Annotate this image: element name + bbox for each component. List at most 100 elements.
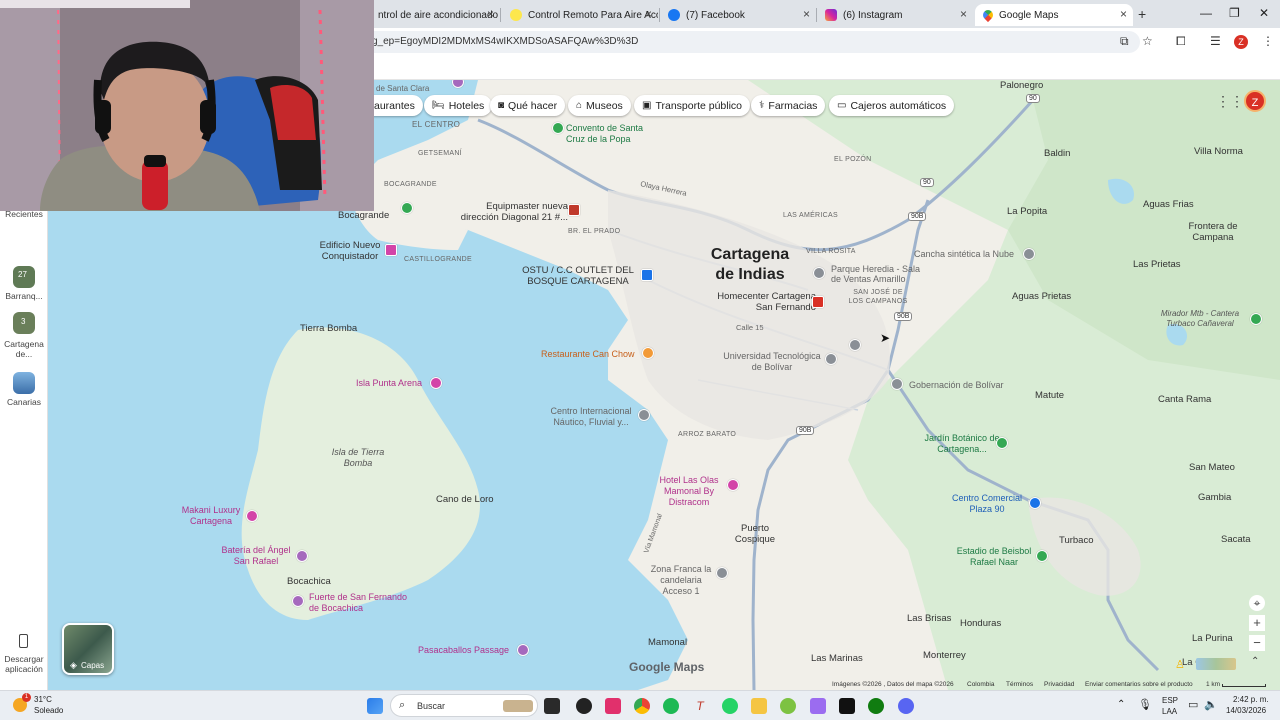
- poi-ostu-pin[interactable]: [641, 269, 653, 281]
- poi-convento-pin[interactable]: [552, 122, 564, 134]
- poi-bateria-pin[interactable]: [296, 550, 308, 562]
- xbox-app-icon[interactable]: [780, 698, 796, 714]
- chip-farmacias[interactable]: ⚕ Farmacias: [751, 95, 826, 116]
- poi-gobernacion-pin[interactable]: [891, 378, 903, 390]
- tab-aire-acondicionado[interactable]: ntrol de aire acondicionado ×: [370, 4, 500, 26]
- phone-icon[interactable]: [19, 634, 28, 648]
- poi-zona-franca[interactable]: Zona Franca la candelaria Acceso 1: [646, 564, 716, 597]
- restore-icon[interactable]: ❐: [1229, 6, 1240, 20]
- poi-equipmaster-pin[interactable]: [568, 204, 580, 216]
- download-app[interactable]: Descargar aplicación: [1, 654, 47, 674]
- minimize-icon[interactable]: —: [1200, 6, 1212, 20]
- close-icon[interactable]: ×: [487, 7, 494, 21]
- recent-barranquilla[interactable]: Barranq...: [1, 291, 47, 301]
- language-bottom[interactable]: LAA: [1162, 707, 1177, 716]
- file-explorer-icon[interactable]: [751, 698, 767, 714]
- poi-restaurante[interactable]: Restaurante Can Chow: [541, 349, 635, 359]
- recent-barranquilla-thumb[interactable]: 27: [13, 266, 35, 288]
- close-icon[interactable]: ×: [1120, 7, 1127, 21]
- recent-cartagena-thumb[interactable]: 3: [13, 312, 35, 334]
- poi-pasacaballos[interactable]: Pasacaballos Passage: [418, 645, 509, 655]
- poi-bocagrande-pin[interactable]: [401, 202, 413, 214]
- account-avatar[interactable]: Z: [1244, 90, 1266, 112]
- expand-icon[interactable]: ⌃: [1251, 656, 1259, 667]
- tab-facebook[interactable]: (7) Facebook ×: [660, 4, 816, 26]
- poi-makani[interactable]: Makani Luxury Cartagena: [176, 505, 246, 527]
- poi-parque-heredia[interactable]: Parque Heredia - Sala de Ventas Amarillo: [831, 264, 923, 284]
- poi-centro-comercial-pin[interactable]: [1029, 497, 1041, 509]
- poi-convento[interactable]: Convento de Santa Cruz de la Popa: [566, 123, 656, 145]
- poi-estadio-pin[interactable]: [1036, 550, 1048, 562]
- poi-edificio-pin[interactable]: [385, 244, 397, 256]
- whatsapp-icon[interactable]: [722, 698, 738, 714]
- xbox-icon[interactable]: [868, 698, 884, 714]
- poi-bocagrande[interactable]: Bocagrande: [338, 210, 389, 221]
- chip-transporte[interactable]: ▣ Transporte público: [634, 95, 751, 116]
- poi-zona-franca-pin[interactable]: [716, 567, 728, 579]
- poi-pasacaballos-pin[interactable]: [517, 644, 529, 656]
- reading-list-icon[interactable]: ☰: [1210, 34, 1221, 48]
- recent-canarias[interactable]: Canarias: [1, 397, 47, 407]
- spotify-icon[interactable]: [663, 698, 679, 714]
- profile-avatar[interactable]: Z: [1234, 35, 1248, 49]
- language-top[interactable]: ESP: [1162, 696, 1178, 705]
- poi-jardin-pin[interactable]: [996, 437, 1008, 449]
- footer-privacy[interactable]: Privacidad: [1044, 681, 1074, 688]
- google-apps-icon[interactable]: ⋮⋮: [1216, 93, 1244, 110]
- my-location-button[interactable]: ⌖: [1249, 595, 1265, 611]
- poi-ostu[interactable]: OSTU / C.C OUTLET DEL BOSQUE CARTAGENA: [518, 265, 638, 287]
- weather-temp[interactable]: 31°C: [34, 695, 52, 704]
- new-tab-icon[interactable]: +: [1138, 6, 1146, 22]
- tab-instagram[interactable]: (6) Instagram ×: [817, 4, 973, 26]
- zoom-in-button[interactable]: +: [1249, 615, 1265, 631]
- footer-country[interactable]: Colombia: [967, 681, 994, 688]
- poi-centro-nautico-pin[interactable]: [638, 409, 650, 421]
- task-view-icon[interactable]: [544, 698, 560, 714]
- github-icon[interactable]: [576, 698, 592, 714]
- close-icon[interactable]: ×: [803, 7, 810, 21]
- poi-cancha-pin[interactable]: [1023, 248, 1035, 260]
- tab-control-remoto[interactable]: Control Remoto Para Aire Acon ×: [502, 4, 658, 26]
- clock-time[interactable]: 2:42 p. m.: [1233, 695, 1269, 704]
- poi-makani-pin[interactable]: [246, 510, 258, 522]
- clock-date[interactable]: 14/03/2026: [1226, 706, 1266, 715]
- footer-feedback[interactable]: Enviar comentarios sobre el producto: [1085, 681, 1193, 688]
- game-icon[interactable]: [810, 698, 826, 714]
- pegman-icon[interactable]: ♙: [1175, 658, 1185, 671]
- poi-hotel[interactable]: Hotel Las Olas Mamonal By Distracom: [648, 475, 730, 508]
- layers-button[interactable]: ◈ Capas: [62, 623, 114, 675]
- capcut-icon[interactable]: [839, 698, 855, 714]
- close-icon[interactable]: ×: [960, 7, 967, 21]
- recent-canarias-thumb[interactable]: [13, 372, 35, 394]
- poi-edificio[interactable]: Edificio Nuevo Conquistador: [316, 240, 384, 262]
- poi-bateria[interactable]: Batería del Ángel San Rafael: [218, 545, 294, 567]
- poi-fuerte-pin[interactable]: [292, 595, 304, 607]
- zoom-out-button[interactable]: −: [1249, 635, 1265, 651]
- poi-extra-pin[interactable]: [849, 339, 861, 351]
- close-window-icon[interactable]: ✕: [1259, 6, 1269, 20]
- chip-que-hacer[interactable]: ◙ Qué hacer: [490, 95, 566, 116]
- poi-universidad[interactable]: Universidad Tecnológica de Bolívar: [720, 351, 824, 373]
- chip-cajeros[interactable]: ▭ Cajeros automáticos: [829, 95, 955, 116]
- install-app-icon[interactable]: ⧉: [1120, 34, 1129, 49]
- recent-cartagena[interactable]: Cartagena de...: [1, 339, 47, 359]
- tiktok-icon[interactable]: [605, 698, 621, 714]
- poi-restaurante-pin[interactable]: [642, 347, 654, 359]
- microphone-icon[interactable]: 🎙: [1138, 698, 1152, 711]
- poi-universidad-pin[interactable]: [825, 353, 837, 365]
- discord-icon[interactable]: [898, 698, 914, 714]
- chrome-icon[interactable]: [634, 698, 650, 714]
- poi-hotel-pin[interactable]: [727, 479, 739, 491]
- weather-desc[interactable]: Soleado: [34, 706, 63, 715]
- poi-isla-punta[interactable]: Isla Punta Arena: [356, 378, 422, 388]
- network-icon[interactable]: ▭: [1188, 698, 1198, 711]
- imagery-thumbnails[interactable]: [1196, 658, 1236, 670]
- tray-chevron-icon[interactable]: ⌃: [1117, 699, 1125, 710]
- chip-hoteles[interactable]: 🛏 Hoteles: [424, 95, 493, 116]
- poi-mirador-pin[interactable]: [1250, 313, 1262, 325]
- menu-kebab-icon[interactable]: ⋮: [1262, 34, 1274, 48]
- poi-equipmaster[interactable]: Equipmaster nueva dirección Diagonal 21 …: [458, 201, 568, 223]
- poi-cancha[interactable]: Cancha sintética la Nube: [914, 249, 1014, 259]
- poi-fuerte[interactable]: Fuerte de San Fernando de Bocachica: [309, 592, 413, 614]
- close-icon[interactable]: ×: [645, 7, 652, 21]
